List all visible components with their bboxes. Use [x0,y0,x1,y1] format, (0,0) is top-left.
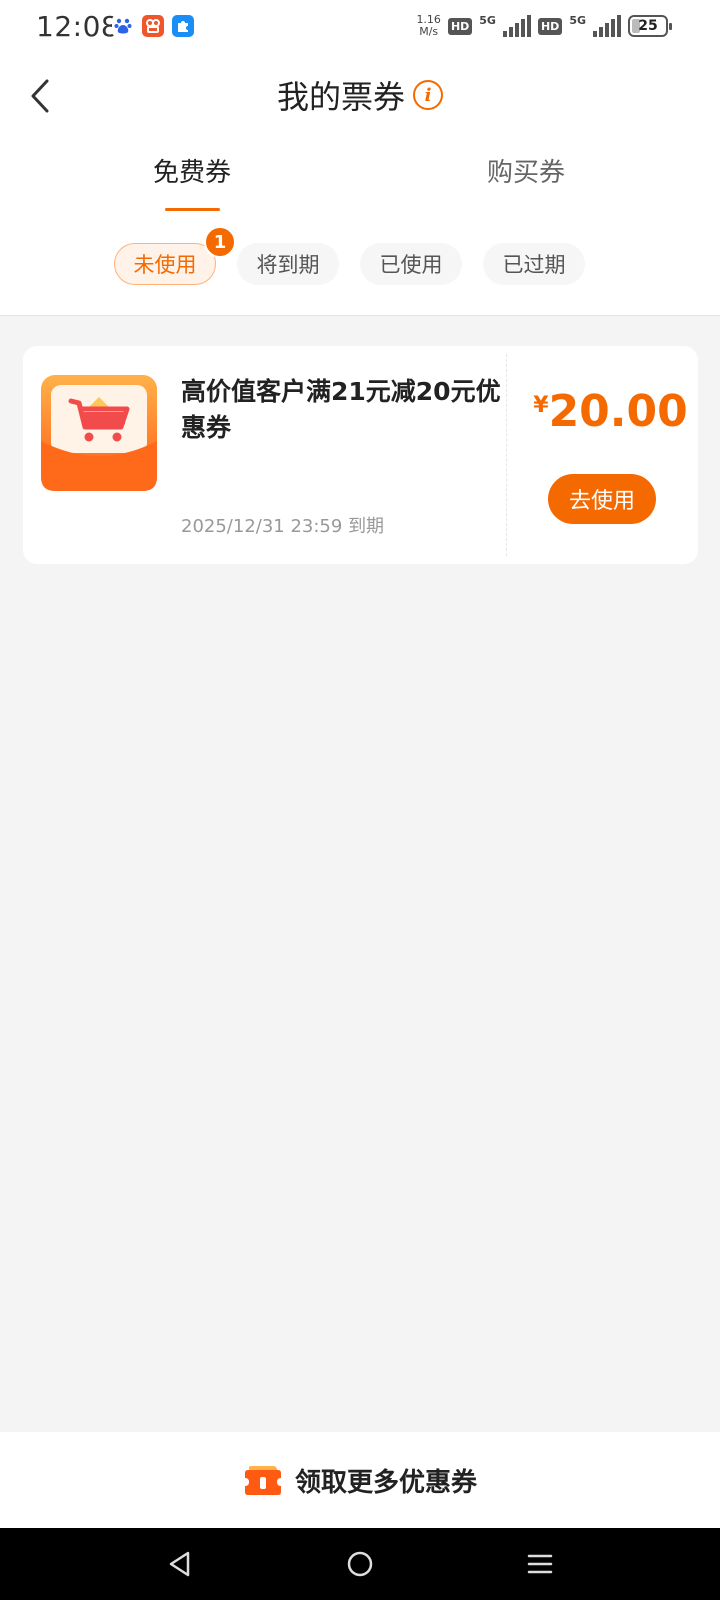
page-title-row: 我的票券 i [0,72,720,118]
filter-unused[interactable]: 未使用 [114,243,216,285]
status-bar: 12:08 1.16 M/s HD 5G HD 5G 25 [0,0,720,56]
page-title: 我的票券 [276,78,405,116]
puzzle-app-icon [172,15,194,37]
coupon-divider [506,354,507,556]
unused-count-badge: 1 [204,226,236,258]
get-more-coupons-label: 领取更多优惠券 [294,1467,477,1498]
signal-bars-icon-2 [593,15,621,37]
coupon-value: ¥20.00 [523,386,698,437]
signal-label: 5G [479,14,496,27]
battery-icon: 25 [628,15,672,37]
video-app-icon [142,15,164,37]
net-speed-unit: M/s [419,25,439,38]
hd-badge: HD [447,17,473,35]
status-indicators: 1.16 M/s HD 5G HD 5G 25 [416,14,672,38]
system-nav-bar [0,1528,720,1600]
currency-symbol: ¥ [533,393,549,418]
filter-expired[interactable]: 已过期 [483,243,585,285]
use-coupon-button[interactable]: 去使用 [548,474,656,524]
nav-menu-icon[interactable] [522,1546,558,1582]
active-tab-indicator [165,208,220,211]
coupon-amount: 20.00 [548,386,688,437]
page-header: 我的票券 i 免费券 购买券 未使用 将到期 已使用 已过期 1 [0,56,720,316]
filter-used[interactable]: 已使用 [360,243,462,285]
info-icon[interactable]: i [413,80,443,110]
status-app-icons [112,15,194,37]
tab-purchased-coupons[interactable]: 购买券 [426,152,626,189]
coupon-card[interactable]: 高价值客户满21元减20元优惠券 2025/12/31 23:59 到期 ¥20… [23,346,698,564]
signal-bars-icon [502,15,531,37]
filter-expiring[interactable]: 将到期 [237,243,339,285]
battery-level: 25 [638,18,658,34]
network-speed: 1.16 M/s [416,14,441,38]
shopping-cart-icon [41,375,157,491]
baidu-app-icon [112,15,134,37]
coupon-title: 高价值客户满21元减20元优惠券 [181,377,501,442]
coupon-type-tabs: 免费券 购买券 [0,152,720,212]
signal-label-2: 5G [569,14,586,27]
status-time: 12:08 [36,10,120,43]
tab-free-coupons[interactable]: 免费券 [92,152,292,189]
status-filter-chips: 未使用 将到期 已使用 已过期 1 [0,226,720,287]
hd-badge-2: HD [537,17,563,35]
nav-back-icon[interactable] [162,1546,198,1582]
get-more-coupons-bar[interactable]: 领取更多优惠券 [0,1432,720,1528]
coupon-ticket-icon [244,1466,281,1495]
coupon-expiry: 2025/12/31 23:59 到期 [181,516,385,537]
nav-home-icon[interactable] [342,1546,378,1582]
